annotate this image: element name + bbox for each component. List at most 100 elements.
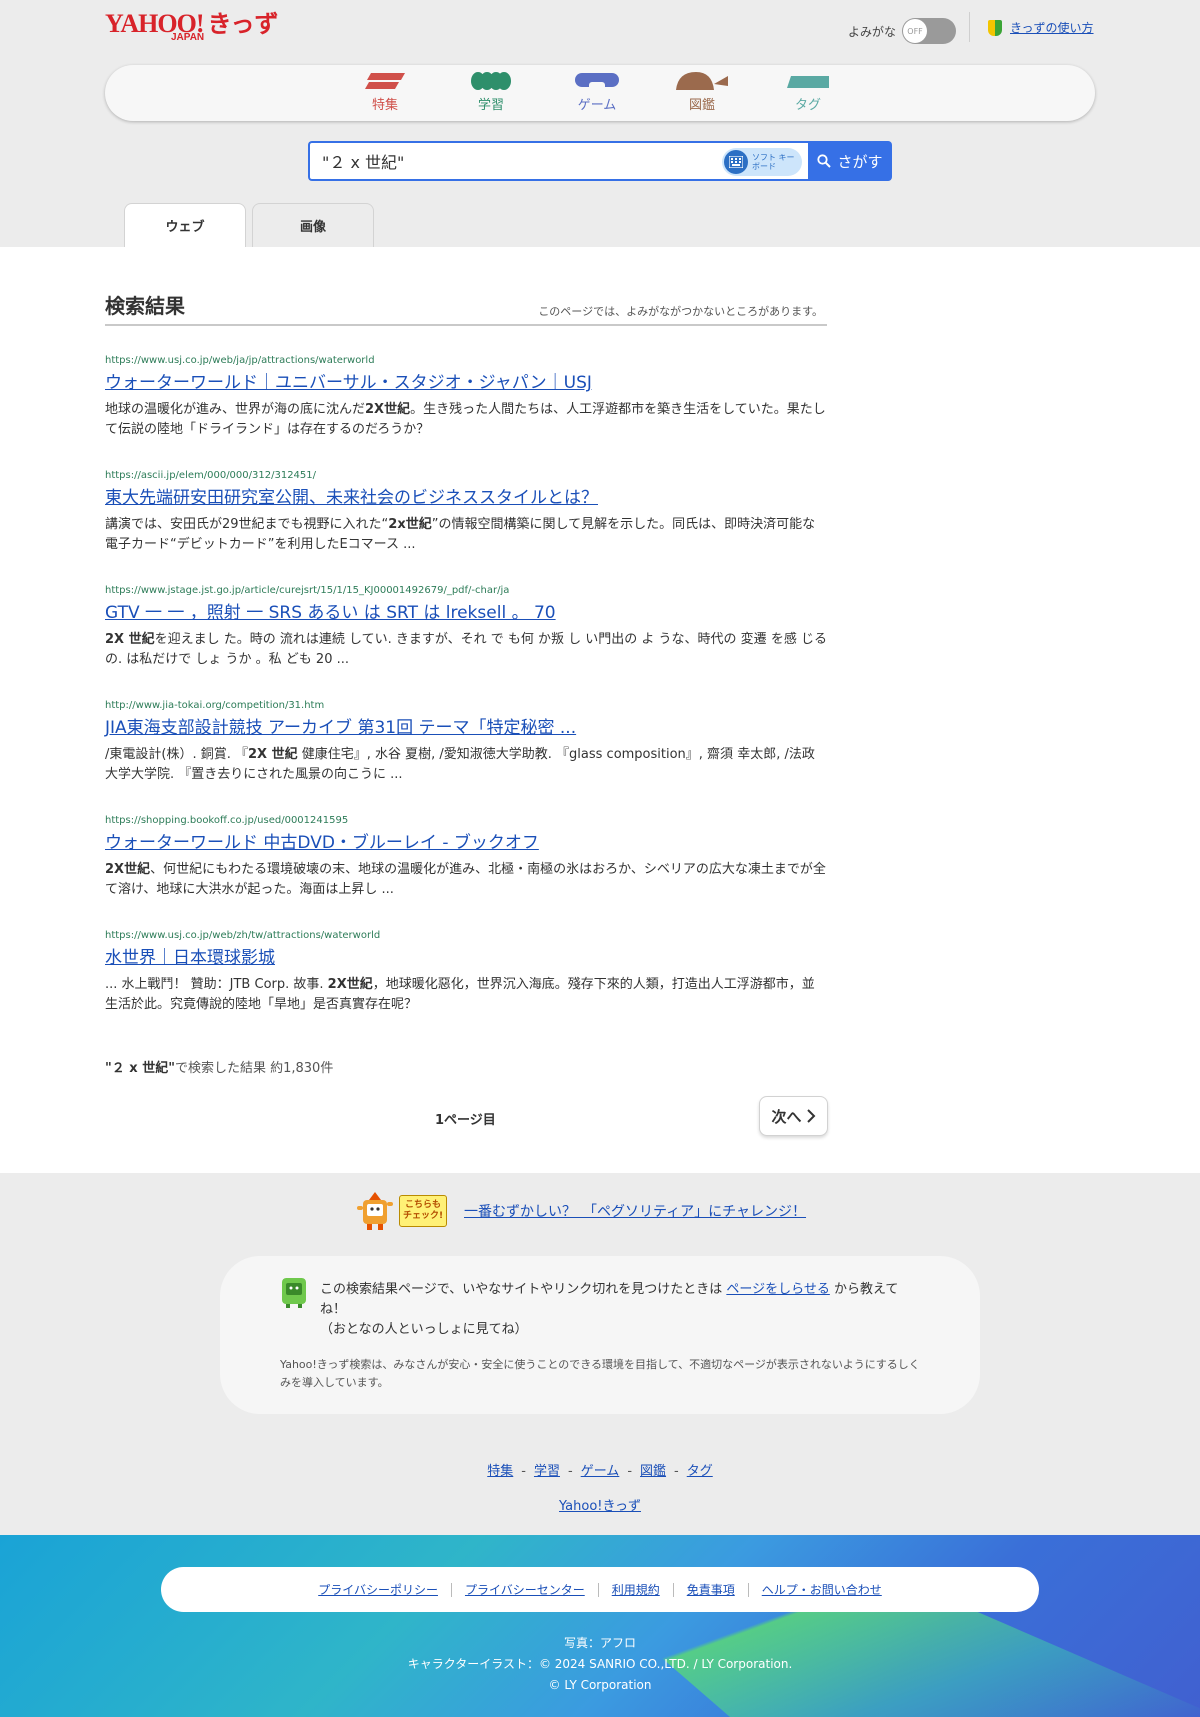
legal-divider [672, 1582, 674, 1597]
nav-label-tags: タグ [794, 98, 821, 113]
report-box: この検索結果ページで、いやなサイトやリンク切れを見つけたときは ページをしらせる… [220, 1256, 980, 1414]
disclaimer-link[interactable]: 免責事項 [687, 1581, 735, 1598]
legal-divider [747, 1582, 749, 1597]
logo-kids-text: きっず [207, 10, 279, 38]
result-title-link[interactable]: JIA東海支部設計競技 アーカイブ 第31回 テーマ「特定秘密 ... [105, 716, 827, 740]
result-item: https://www.jstage.jst.go.jp/article/cur… [105, 585, 827, 700]
nav-label-features: 特集 [371, 98, 398, 113]
page-number: 1ページ目 [435, 1113, 496, 1128]
search-bar: ソフト キーボード さがす [308, 141, 892, 181]
result-description: 地球の温暖化が進み、世界が海の底に沈んだ2X世紀。生き残った人間たちは、人工浮遊… [105, 400, 827, 440]
soft-keyboard-button[interactable]: ソフト キーボード [722, 148, 802, 176]
footer-home-link[interactable]: Yahoo!きっず [559, 1499, 641, 1514]
legal-divider [450, 1582, 452, 1597]
photo-credit: 写真：アフロ [563, 1636, 636, 1650]
result-title-link[interactable]: 東大先端研安田研究室公開、未来社会のビジネススタイルとは？ [105, 486, 827, 510]
tab-images[interactable]: 画像 [252, 203, 374, 247]
tab-web[interactable]: ウェブ [124, 203, 246, 247]
privacy-policy-link[interactable]: プライバシーポリシー [318, 1581, 438, 1598]
yahoo-kids-logo[interactable]: YAHOO! JAPAN きっず [105, 10, 279, 44]
desc-text: 講演では、安田氏が29世紀までも視野に入れた“ [105, 517, 389, 532]
result-description: 2X世紀、何世紀にもわたる環境破壊の末、地球の温暖化が進み、北極・南極の氷はおろ… [105, 860, 827, 900]
study-icon [471, 72, 511, 90]
nav-item-study[interactable]: 学習 [446, 72, 536, 113]
page-footer: プライバシーポリシー プライバシーセンター 利用規約 免責事項 ヘルプ・お問い合… [0, 1535, 1200, 1717]
yomigana-label: よみがな [848, 24, 897, 39]
desc-text: ... 水上戰鬥！ 贊助：JTB Corp. 故事. [105, 977, 328, 992]
desc-highlight: 2X世紀 [327, 977, 373, 992]
beginner-mark-icon [988, 19, 1002, 36]
logo-japan-text: JAPAN [171, 32, 205, 43]
result-title-link[interactable]: GTV 一 一 ，照射 一 SRS あるい は SRT は lreksell 。… [105, 601, 827, 625]
result-item: https://www.usj.co.jp/web/zh/tw/attracti… [105, 930, 827, 1045]
result-item: http://www.jia-tokai.org/competition/31.… [105, 700, 827, 815]
result-title-link[interactable]: ウォーターワールド 中古DVD・ブルーレイ - ブックオフ [105, 831, 827, 855]
report-page-link[interactable]: ページをしらせる [726, 1282, 829, 1297]
desc-text: を迎えまし た。時の 流れは連続 してい. きますが、それ で も何 か叛 し … [105, 632, 827, 667]
footer-separator: - [521, 1464, 526, 1479]
report-text-pre: この検索結果ページで、いやなサイトやリンク切れを見つけたときは [320, 1282, 727, 1297]
report-message: この検索結果ページで、いやなサイトやリンク切れを見つけたときは ページをしらせる… [320, 1280, 920, 1340]
result-item: https://shopping.bookoff.co.jp/used/0001… [105, 815, 827, 930]
next-page-button[interactable]: 次へ [759, 1096, 828, 1136]
howto-group: きっずの使い方 [988, 19, 1094, 36]
chevron-right-icon [806, 1109, 815, 1123]
footer-link-tags[interactable]: タグ [687, 1464, 713, 1479]
results-header: 検索結果 このページでは、よみがながつかないところがあります。 [105, 290, 827, 326]
yomigana-toggle-group: よみがな OFF [848, 18, 957, 44]
search-box: ソフト キーボード [308, 141, 808, 181]
results-list: https://www.usj.co.jp/web/ja/jp/attracti… [105, 355, 827, 1045]
result-description: 2X 世紀を迎えまし た。時の 流れは連続 してい. きますが、それ で も何 … [105, 630, 827, 670]
nav-item-encyclopedia[interactable]: 図鑑 [657, 72, 747, 113]
search-input[interactable] [310, 151, 710, 171]
desc-text: 、何世紀にもわたる環境破壊の末、地球の温暖化が進み、北極・南極の氷はおろか、シベ… [105, 862, 826, 897]
terms-link[interactable]: 利用規約 [612, 1581, 660, 1598]
desc-highlight: 2X 世紀 [247, 747, 298, 762]
game-promo: こちらも チェック! 一番むずかしい？ 「ペグソリティア」にチャレンジ！ [357, 1192, 806, 1230]
copyright: © LY Corporation [548, 1678, 652, 1692]
mascot-character-icon [357, 1192, 393, 1230]
count-text: で検索した結果 約1,830件 [174, 1061, 334, 1076]
nav-label-encyclopedia: 図鑑 [688, 98, 715, 113]
nav-label-games: ゲーム [577, 98, 617, 113]
desc-text: 地球の温暖化が進み、世界が海の底に沈んだ [105, 402, 366, 417]
footer-home: Yahoo!きっず [0, 1495, 1200, 1514]
footer-link-games[interactable]: ゲーム [581, 1464, 620, 1479]
toggle-state: OFF [903, 19, 928, 43]
yomigana-toggle[interactable]: OFF [902, 18, 957, 44]
nav-item-tags[interactable]: タグ [763, 72, 853, 113]
games-icon [575, 73, 619, 90]
result-item: https://ascii.jp/elem/000/000/312/312451… [105, 470, 827, 585]
footer-separator: - [567, 1464, 573, 1479]
legal-divider [597, 1582, 599, 1597]
help-contact-link[interactable]: ヘルプ・お問い合わせ [762, 1581, 882, 1598]
search-button-label: さがす [837, 152, 883, 171]
search-button[interactable]: さがす [808, 141, 892, 181]
report-character-icon [282, 1278, 306, 1308]
howto-link[interactable]: きっずの使い方 [1010, 19, 1094, 36]
count-query: "２ x 世紀" [105, 1061, 175, 1076]
keyboard-icon [724, 150, 748, 174]
check-badge: こちらも チェック! [399, 1195, 447, 1227]
encyclopedia-icon [676, 72, 728, 90]
nav-item-games[interactable]: ゲーム [552, 72, 642, 113]
category-nav: 特集 学習 ゲーム 図鑑 タグ [105, 65, 1095, 121]
footer-link-encyclopedia[interactable]: 図鑑 [640, 1464, 666, 1479]
privacy-center-link[interactable]: プライバシーセンター [465, 1581, 585, 1598]
nav-label-study: 学習 [477, 98, 504, 113]
result-url: https://shopping.bookoff.co.jp/used/0001… [105, 815, 349, 826]
desc-highlight: 2X世紀 [365, 402, 411, 417]
search-icon [817, 154, 832, 168]
footer-category-links: 特集 - 学習 - ゲーム - 図鑑 - タグ [0, 1460, 1200, 1479]
result-title-link[interactable]: ウォーターワールド｜ユニバーサル・スタジオ・ジャパン｜USJ [105, 371, 827, 395]
nav-item-features[interactable]: 特集 [340, 72, 430, 113]
desc-highlight: 2X 世紀 [105, 632, 155, 647]
result-item: https://www.usj.co.jp/web/ja/jp/attracti… [105, 355, 827, 470]
report-text-line2: （おとなの人といっしょに見てね） [320, 1322, 528, 1337]
footer-link-features[interactable]: 特集 [487, 1464, 513, 1479]
peg-solitaire-link[interactable]: 一番むずかしい？ 「ペグソリティア」にチャレンジ！ [464, 1201, 806, 1221]
footer-link-study[interactable]: 学習 [534, 1464, 560, 1479]
result-url: https://www.usj.co.jp/web/zh/tw/attracti… [105, 930, 381, 941]
desc-highlight: 2x世紀 [388, 517, 432, 532]
result-title-link[interactable]: 水世界｜日本環球影城 [105, 946, 827, 970]
